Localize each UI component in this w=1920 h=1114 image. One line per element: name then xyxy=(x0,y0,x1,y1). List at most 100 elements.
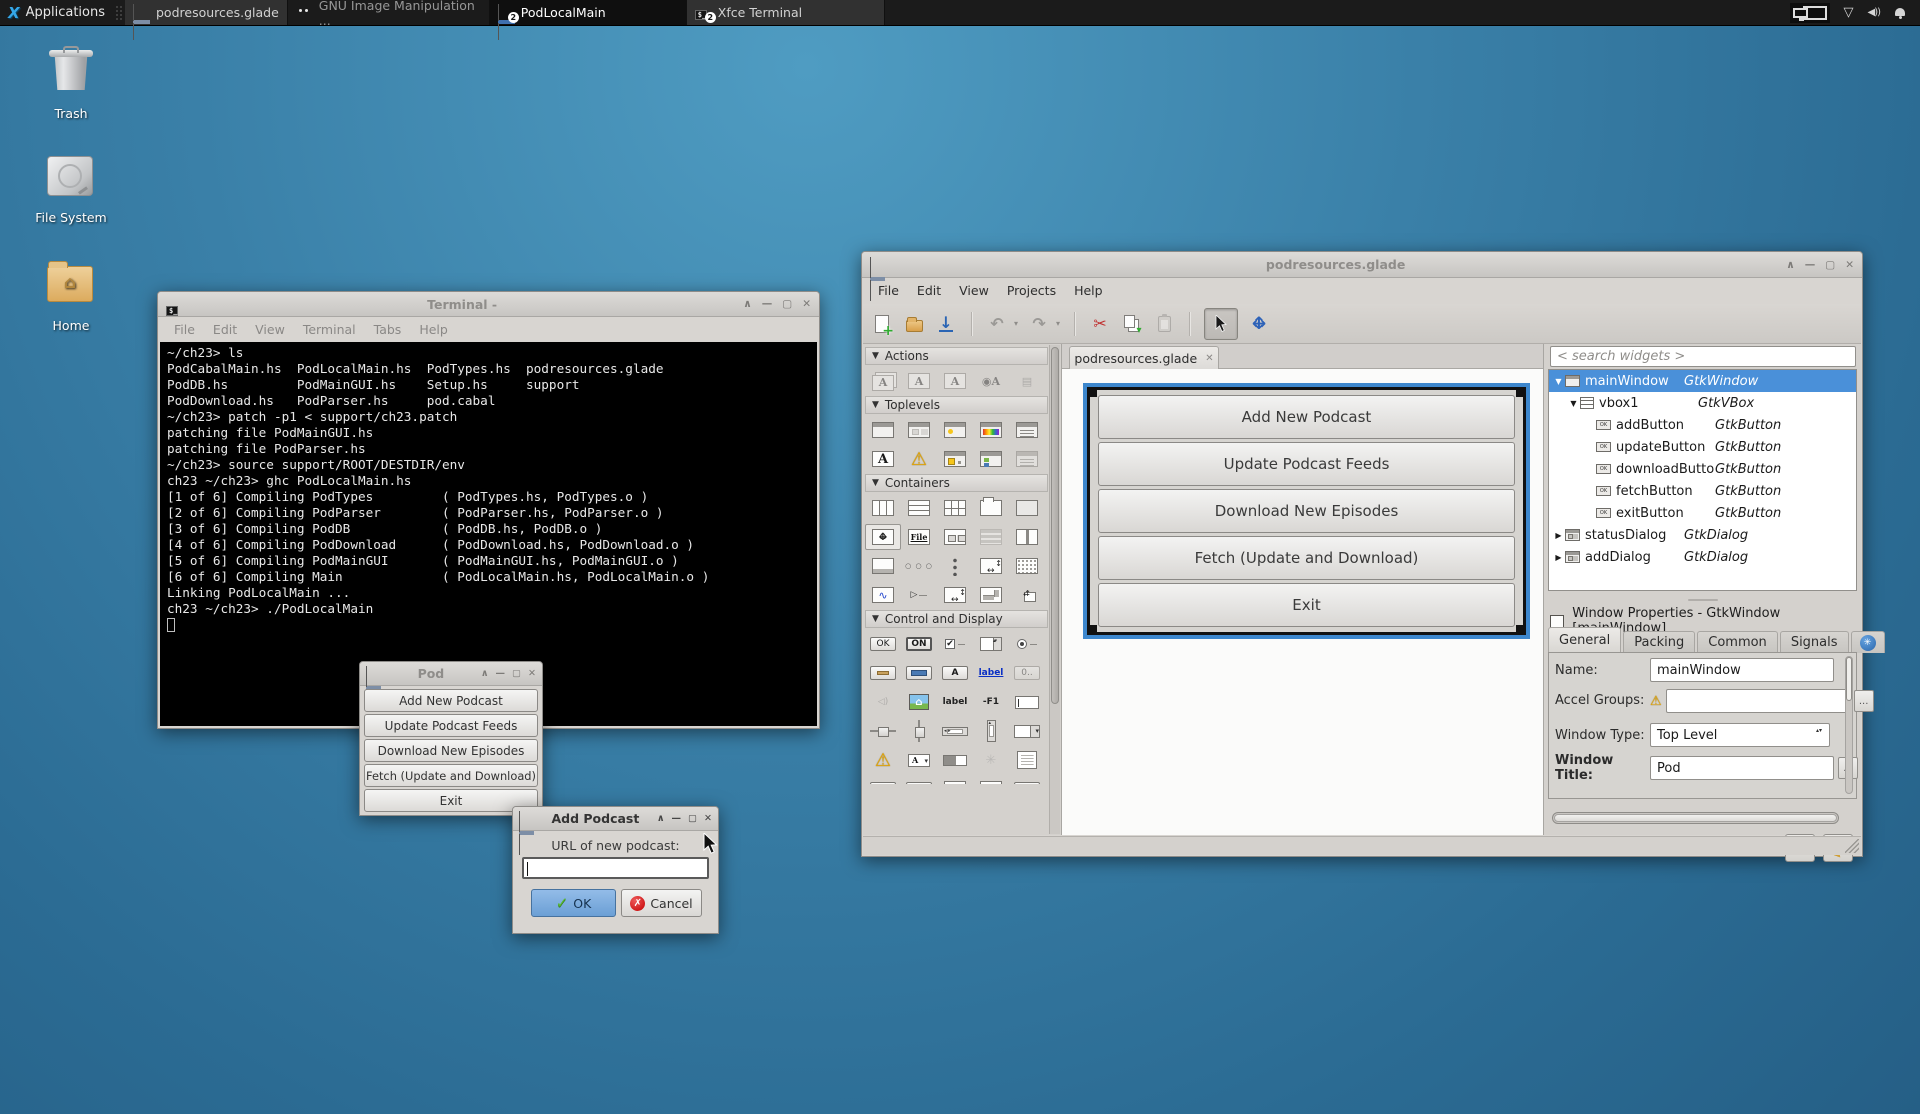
palette-color-selection-dialog[interactable] xyxy=(973,417,1009,443)
network-icon[interactable]: ▽ xyxy=(1844,5,1854,20)
design-canvas[interactable]: Add New Podcast Update Podcast Feeds Dow… xyxy=(1062,369,1543,835)
notifications-icon[interactable] xyxy=(1894,7,1906,19)
download-new-episodes-button[interactable]: Download New Episodes xyxy=(364,739,538,762)
palette-volume-button[interactable]: ◁) xyxy=(865,689,901,715)
palette-section-control-display[interactable]: ▼Control and Display xyxy=(865,610,1048,628)
palette-combo-box[interactable] xyxy=(1009,718,1045,744)
palette-link-button[interactable]: label xyxy=(973,660,1009,686)
palette-message-dialog[interactable]: ⚠ xyxy=(901,446,937,472)
selector-tool-button[interactable] xyxy=(1204,308,1238,340)
minimize-button[interactable]: — xyxy=(1805,259,1816,271)
palette-input-dialog[interactable] xyxy=(937,446,973,472)
palette-combo-box-entry[interactable]: A xyxy=(901,747,937,773)
menu-edit[interactable]: Edit xyxy=(909,281,949,300)
palette-hscrollbar[interactable] xyxy=(937,718,973,744)
close-button[interactable]: ✕ xyxy=(528,668,536,679)
palette-vscale[interactable] xyxy=(901,718,937,744)
add-podcast-titlebar[interactable]: Add Podcast ∧ — ▢ ✕ xyxy=(513,807,718,831)
palette-expander[interactable]: ▷ xyxy=(901,582,937,608)
palette-section-containers[interactable]: ▼Containers xyxy=(865,474,1048,492)
glade-titlebar[interactable]: podresources.glade ∧ — ▢ ✕ xyxy=(862,252,1862,278)
tree-row-fetchbutton[interactable]: OK fetchButton GtkButton xyxy=(1549,480,1856,502)
palette-viewport[interactable] xyxy=(1009,553,1045,579)
taskbar-button-glade[interactable]: podresources.glade xyxy=(125,0,288,25)
tree-row-vbox1[interactable]: ▼ vbox1 GtkVBox xyxy=(1549,392,1856,414)
applications-menu[interactable]: X Applications xyxy=(0,0,113,25)
accel-groups-input[interactable] xyxy=(1666,689,1850,713)
menu-file[interactable]: File xyxy=(870,281,907,300)
minimize-button[interactable]: — xyxy=(762,298,773,310)
desktop-icon-filesystem[interactable]: File System xyxy=(23,150,119,225)
palette-recent-action[interactable]: ▤ xyxy=(1009,368,1045,394)
menu-tabs[interactable]: Tabs xyxy=(366,320,410,339)
palette-radio-action[interactable]: ◉A xyxy=(973,368,1009,394)
menu-file[interactable]: File xyxy=(166,320,203,339)
palette-aspect-frame[interactable]: File xyxy=(901,524,937,550)
palette-font-selection-dialog[interactable]: A xyxy=(865,446,901,472)
paste-button[interactable] xyxy=(1153,313,1175,335)
url-input[interactable] xyxy=(522,857,709,879)
display-settings-icon[interactable] xyxy=(1790,3,1830,23)
palette-label[interactable]: label xyxy=(937,689,973,715)
search-widgets-input[interactable] xyxy=(1550,346,1856,367)
tree-row-statusdialog[interactable]: ▶ statusDialog GtkDialog xyxy=(1549,524,1856,546)
volume-icon[interactable]: ◀)) xyxy=(1868,7,1881,18)
palette-window[interactable] xyxy=(865,417,901,443)
design-download-button[interactable]: Download New Episodes xyxy=(1098,489,1515,533)
new-project-button[interactable] xyxy=(871,313,893,335)
tab-accessibility[interactable]: ✳ xyxy=(1851,631,1885,653)
palette-notebook[interactable] xyxy=(973,495,1009,521)
undo-button[interactable]: ↶ xyxy=(986,313,1008,335)
expander-icon[interactable]: ▼ xyxy=(1567,399,1580,408)
menu-view[interactable]: View xyxy=(951,281,997,300)
design-update-button[interactable]: Update Podcast Feeds xyxy=(1098,442,1515,486)
taskbar-button-terminal[interactable]: $_ 2 Xfce Terminal xyxy=(687,0,885,25)
palette-hbutton-box[interactable] xyxy=(937,524,973,550)
selection-handle[interactable] xyxy=(1516,389,1524,397)
resize-grip[interactable] xyxy=(1845,839,1859,853)
cut-button[interactable]: ✂ xyxy=(1089,313,1111,335)
taskbar-button-podlocalmain[interactable]: 2 PodLocalMain xyxy=(490,0,687,25)
pane-splitter[interactable] xyxy=(1544,596,1861,604)
selection-handle[interactable] xyxy=(1089,389,1097,397)
tab-general[interactable]: General xyxy=(1548,627,1621,653)
palette-fixed[interactable]: ↔↕ xyxy=(865,524,901,550)
window-type-combo[interactable]: Top Level xyxy=(1650,723,1830,747)
palette-statusbar[interactable] xyxy=(865,776,901,784)
palette-image[interactable]: ⌂ xyxy=(901,689,937,715)
design-fetch-button[interactable]: Fetch (Update and Download) xyxy=(1098,536,1515,580)
design-exit-button[interactable]: Exit xyxy=(1098,583,1515,627)
palette-arrow[interactable]: ⚠ xyxy=(865,747,901,773)
tab-signals[interactable]: Signals xyxy=(1780,631,1849,653)
tree-row-downloadbutton[interactable]: OK downloadButton GtkButton xyxy=(1549,458,1856,480)
tab-close-icon[interactable]: ✕ xyxy=(1205,353,1213,364)
shade-button[interactable]: ∧ xyxy=(657,813,665,824)
close-button[interactable]: ✕ xyxy=(704,813,712,824)
tree-row-exitbutton[interactable]: OK exitButton GtkButton xyxy=(1549,502,1856,524)
properties-vscrollbar[interactable] xyxy=(1845,656,1853,794)
tree-row-updatebutton[interactable]: OK updateButton GtkButton xyxy=(1549,436,1856,458)
palette-entry[interactable] xyxy=(1009,689,1045,715)
menu-help[interactable]: Help xyxy=(411,320,456,339)
add-new-podcast-button[interactable]: Add New Podcast xyxy=(364,689,538,712)
window-title-input[interactable] xyxy=(1650,756,1834,780)
close-button[interactable]: ✕ xyxy=(1845,259,1854,271)
palette-color-button[interactable] xyxy=(901,660,937,686)
palette-scrollbar[interactable] xyxy=(1049,345,1060,834)
minimize-button[interactable]: — xyxy=(672,813,682,824)
palette-table[interactable] xyxy=(937,495,973,521)
menu-terminal[interactable]: Terminal xyxy=(295,320,364,339)
palette-frame[interactable] xyxy=(1009,495,1045,521)
taskbar-button-gimp[interactable]: GNU Image Manipulation ... xyxy=(288,0,490,25)
palette-alignment[interactable] xyxy=(1009,582,1045,608)
maximize-button[interactable]: ▢ xyxy=(782,298,792,310)
palette-dialog[interactable] xyxy=(901,417,937,443)
palette-vbox[interactable] xyxy=(901,495,937,521)
menu-edit[interactable]: Edit xyxy=(205,320,245,339)
maximize-button[interactable]: ▢ xyxy=(688,813,697,824)
palette-separator[interactable] xyxy=(973,776,1009,784)
tree-row-addbutton[interactable]: OK addButton GtkButton xyxy=(1549,414,1856,436)
palette-toolbar[interactable] xyxy=(973,524,1009,550)
palette-calendar[interactable] xyxy=(937,776,973,784)
selection-handle[interactable] xyxy=(1089,625,1097,633)
